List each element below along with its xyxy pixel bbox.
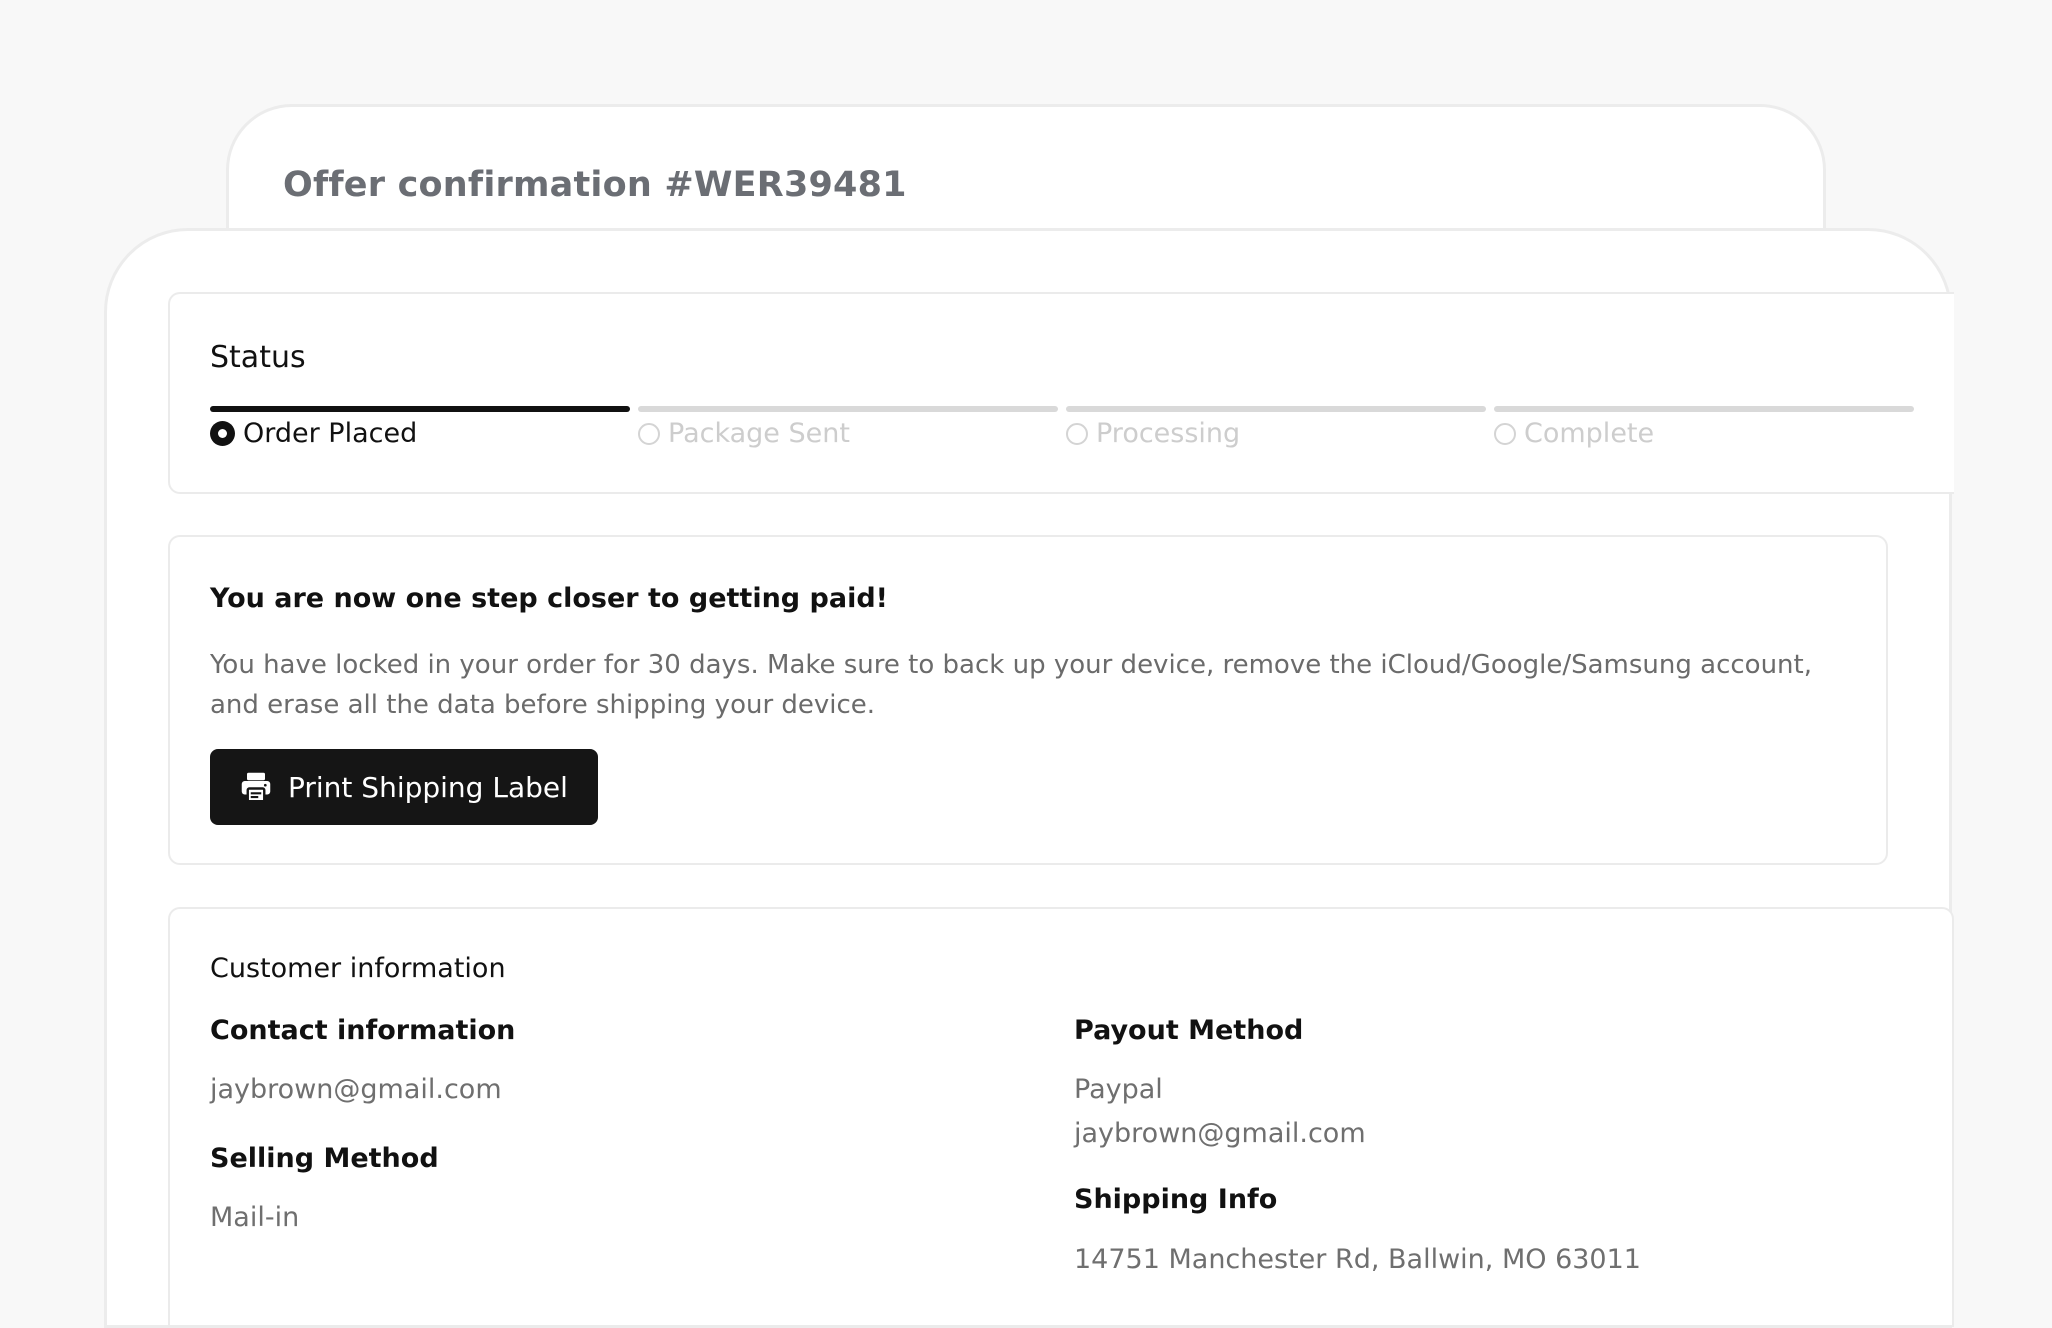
message-heading: You are now one step closer to getting p… <box>210 583 888 614</box>
contact-email: jaybrown@gmail.com <box>210 1074 502 1105</box>
step-progress-bar <box>638 406 1058 412</box>
status-panel: Status Order Placed Package Sent Process… <box>168 292 1954 494</box>
step-progress-bar <box>1066 406 1486 412</box>
step-progress-bar <box>210 406 630 412</box>
print-button-label: Print Shipping Label <box>288 770 568 804</box>
customer-info-panel: Customer information Contact information… <box>168 907 1954 1327</box>
status-stepper: Order Placed Package Sent Processing Com… <box>210 406 1914 449</box>
payout-provider: Paypal <box>1074 1074 1163 1105</box>
message-panel: You are now one step closer to getting p… <box>168 535 1888 865</box>
selling-method-label: Selling Method <box>210 1143 439 1174</box>
step-label: Complete <box>1524 418 1655 449</box>
step-label: Package Sent <box>668 418 850 449</box>
step-label: Processing <box>1096 418 1241 449</box>
step-radio-empty-icon <box>1494 422 1516 445</box>
shipping-info-label: Shipping Info <box>1074 1184 1278 1215</box>
selling-method-value: Mail-in <box>210 1202 300 1233</box>
printer-icon <box>238 769 274 805</box>
shipping-address: 14751 Manchester Rd, Ballwin, MO 63011 <box>1074 1244 1641 1275</box>
page-title: Offer confirmation #WER39481 <box>283 165 907 205</box>
step-radio-empty-icon <box>638 422 660 445</box>
contact-info-label: Contact information <box>210 1015 516 1046</box>
step-order-placed: Order Placed <box>210 406 630 449</box>
print-shipping-label-button[interactable]: Print Shipping Label <box>210 749 598 825</box>
step-package-sent: Package Sent <box>638 406 1058 449</box>
step-progress-bar <box>1494 406 1914 412</box>
message-body: You have locked in your order for 30 day… <box>210 650 1812 720</box>
payout-email: jaybrown@gmail.com <box>1074 1118 1366 1149</box>
customer-info-title: Customer information <box>210 953 506 984</box>
step-complete: Complete <box>1494 406 1914 449</box>
step-label: Order Placed <box>243 418 418 449</box>
status-title: Status <box>210 340 306 375</box>
payout-method-label: Payout Method <box>1074 1015 1304 1046</box>
step-radio-empty-icon <box>1066 422 1088 445</box>
step-processing: Processing <box>1066 406 1486 449</box>
step-radio-checked-icon <box>210 421 235 446</box>
